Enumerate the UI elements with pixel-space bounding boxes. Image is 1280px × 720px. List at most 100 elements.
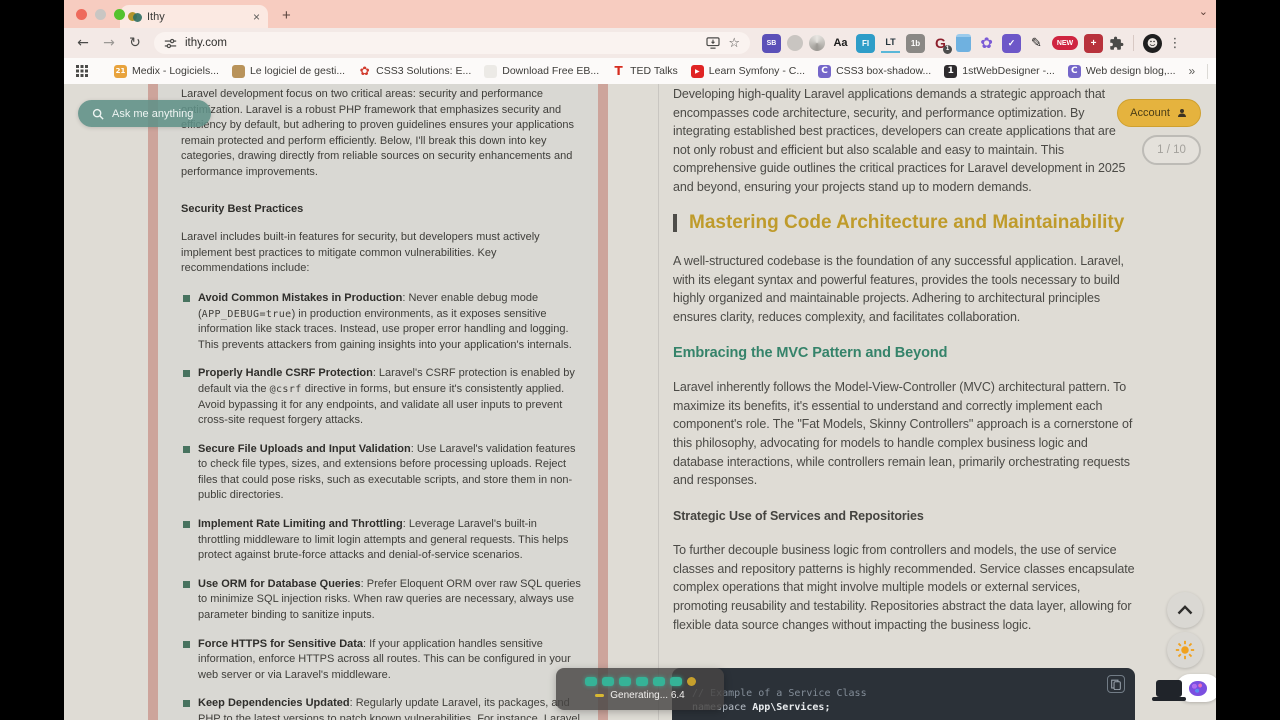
- bookmark-favicon: T: [614, 64, 623, 78]
- site-settings-icon[interactable]: [164, 37, 177, 50]
- bullet-icon: [183, 521, 190, 529]
- chat-answer-panel: Laravel development focus on two critica…: [148, 84, 608, 720]
- extension-icon-red[interactable]: +: [1084, 33, 1103, 53]
- extension-icon-lt[interactable]: LT: [881, 34, 900, 53]
- bookmark-item[interactable]: 1 1stWebDesigner -...: [944, 64, 1055, 78]
- paragraph: Laravel development focus on two critica…: [181, 88, 574, 178]
- apps-grid-icon[interactable]: [76, 65, 88, 77]
- section-heading: Security Best Practices: [181, 202, 304, 215]
- article-subheading: Strategic Use of Services and Repositori…: [673, 508, 924, 523]
- extension-icon-fi[interactable]: FI: [856, 33, 875, 53]
- bookmark-star-icon[interactable]: ☆: [728, 36, 740, 51]
- extension-icon-1b[interactable]: 1b: [906, 33, 925, 53]
- extension-icon-pen[interactable]: ✎: [1027, 34, 1046, 53]
- url-text[interactable]: ithy.com: [185, 37, 698, 49]
- extension-badge: 1: [943, 44, 952, 54]
- laptop-icon: [1152, 679, 1186, 701]
- account-button[interactable]: Account: [1117, 99, 1201, 127]
- page-counter-badge: 1 / 10: [1142, 135, 1201, 165]
- minimize-window-button[interactable]: [95, 9, 106, 20]
- list-item: Secure File Uploads and Input Validation…: [181, 442, 582, 504]
- bullet-icon: [183, 445, 190, 453]
- ai-extension-widget[interactable]: [1152, 674, 1216, 702]
- bookmark-favicon: [484, 64, 498, 78]
- bookmark-item[interactable]: ✿ CSS3 Solutions: E...: [358, 64, 472, 78]
- profile-avatar[interactable]: ☻: [1143, 33, 1162, 53]
- traffic-lights: [76, 9, 125, 20]
- address-bar[interactable]: ithy.com ☆: [154, 32, 750, 54]
- bookmark-favicon: [231, 64, 245, 78]
- theme-toggle-button[interactable]: [1167, 632, 1203, 668]
- ask-placeholder-text: Ask me anything: [112, 107, 194, 120]
- bookmarks-overflow-button[interactable]: »: [1189, 64, 1196, 78]
- scroll-to-top-button[interactable]: [1167, 592, 1203, 628]
- list-item: Properly Handle CSRF Protection: Laravel…: [181, 366, 582, 428]
- reload-button[interactable]: ↻: [124, 35, 146, 51]
- bookmark-item[interactable]: C CSS3 box-shadow...: [818, 64, 931, 78]
- extensions-puzzle-icon[interactable]: [1109, 36, 1124, 51]
- bookmark-favicon: ✿: [359, 64, 370, 78]
- paragraph: Developing high-quality Laravel applicat…: [673, 87, 1126, 194]
- back-button[interactable]: ←: [72, 35, 94, 51]
- tab-strip: Ithy × + ⌄: [64, 0, 1216, 28]
- extension-icon-clipboard[interactable]: [956, 34, 971, 52]
- bullet-icon: [183, 370, 190, 378]
- close-window-button[interactable]: [76, 9, 87, 20]
- sun-icon: [1175, 640, 1195, 660]
- column-divider: [658, 84, 659, 720]
- menu-kebab-icon[interactable]: ⋮: [1168, 36, 1182, 51]
- code-line: namespace App\Services;: [692, 702, 831, 713]
- chevron-down-icon[interactable]: ⌄: [1199, 5, 1208, 18]
- list-item: Avoid Common Mistakes in Production: Nev…: [181, 291, 582, 353]
- extension-icon-checkmark[interactable]: ✓: [1002, 33, 1021, 53]
- extension-icon-g[interactable]: G1: [931, 34, 952, 54]
- extension-icon-camera[interactable]: [787, 35, 803, 51]
- bullet-icon: [183, 700, 190, 708]
- article-subheading: Embracing the MVC Pattern and Beyond: [673, 344, 948, 361]
- paragraph: To further decouple business logic from …: [673, 543, 1135, 632]
- bullet-icon: [183, 580, 190, 588]
- browser-toolbar: ← → ↻ ithy.com ☆ SB Aa FI LT 1b G1 ✿ ✓ ✎: [64, 28, 1216, 58]
- bookmark-item[interactable]: ▶ Learn Symfony - C...: [690, 64, 805, 78]
- bookmark-item[interactable]: 21 Medix - Logiciels...: [114, 64, 219, 78]
- bookmark-favicon: C: [818, 64, 832, 78]
- bullet-icon: [183, 294, 190, 302]
- bookmark-favicon: 21: [114, 64, 127, 78]
- person-icon: [1176, 107, 1188, 119]
- bookmark-item[interactable]: T TED Talks: [612, 64, 678, 78]
- bookmark-item[interactable]: Le logiciel de gesti...: [231, 64, 345, 78]
- extension-icon-flower[interactable]: ✿: [977, 34, 996, 53]
- generating-toast: Generating... 6.4: [556, 668, 724, 710]
- page-content: Laravel development focus on two critica…: [64, 84, 1216, 720]
- bookmark-item[interactable]: C Web design blog,...: [1067, 64, 1176, 78]
- tab-close-icon[interactable]: ×: [253, 10, 260, 24]
- tab-title: Ithy: [147, 10, 165, 23]
- extension-icon-new-badge[interactable]: NEW: [1052, 36, 1078, 50]
- bookmark-favicon: ▶: [690, 64, 704, 78]
- extension-icon-swirl[interactable]: [809, 35, 825, 51]
- bookmarks-separator: [1207, 63, 1209, 79]
- extensions-row: SB Aa FI LT 1b G1 ✿ ✓ ✎ NEW + ☻ ⋮: [762, 33, 1182, 54]
- new-tab-button[interactable]: +: [282, 7, 291, 24]
- paragraph: Laravel includes built-in features for s…: [181, 231, 540, 275]
- bookmark-item[interactable]: Download Free EB...: [484, 64, 599, 78]
- forward-button[interactable]: →: [98, 35, 120, 51]
- extension-icon-sb[interactable]: SB: [762, 33, 781, 53]
- extension-icon-fonts[interactable]: Aa: [831, 34, 850, 53]
- toolbar-separator: [1133, 35, 1134, 51]
- list-item: Force HTTPS for Sensitive Data: If your …: [181, 637, 582, 684]
- zoom-window-button[interactable]: [114, 9, 125, 20]
- copy-code-button[interactable]: [1107, 675, 1125, 693]
- browser-window: Ithy × + ⌄ ← → ↻ ithy.com ☆ SB Aa FI LT …: [64, 0, 1216, 720]
- bookmark-favicon: C: [1067, 64, 1081, 78]
- code-block: // Example of a Service Class namespace …: [672, 668, 1135, 720]
- ask-me-anything-input[interactable]: Ask me anything: [78, 100, 212, 127]
- bookmark-favicon: 1: [944, 64, 958, 78]
- progress-dash-icon: [595, 694, 605, 697]
- browser-tab[interactable]: Ithy ×: [120, 5, 268, 28]
- bookmarks-bar: 21 Medix - Logiciels... Le logiciel de ge…: [64, 58, 1216, 84]
- send-to-device-icon[interactable]: [706, 37, 720, 49]
- list-item: Keep Dependencies Updated: Regularly upd…: [181, 696, 582, 720]
- article-column: Developing high-quality Laravel applicat…: [673, 84, 1136, 651]
- search-icon: [92, 108, 104, 120]
